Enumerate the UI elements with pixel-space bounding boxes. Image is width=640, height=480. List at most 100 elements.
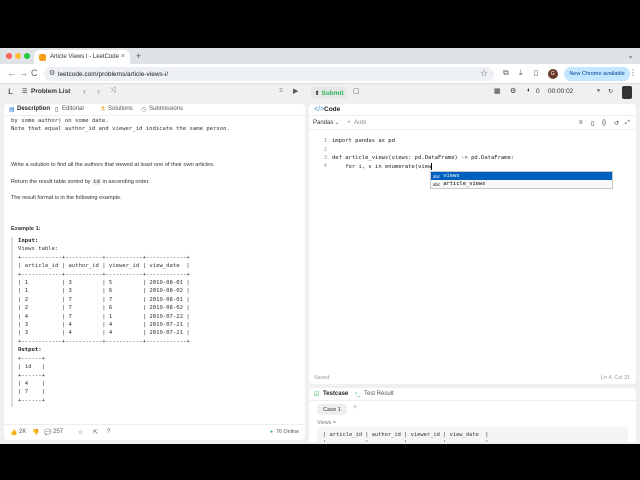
close-tab-icon[interactable]: ×: [121, 53, 125, 60]
example-box: Input: Views table: +------------+------…: [11, 237, 301, 407]
code-editor[interactable]: 1 import pandas as pd 2 3 def article_vi…: [309, 133, 636, 363]
browser-tab-active[interactable]: Article Views I - LeetCode ×: [34, 50, 130, 64]
result-icon: ›_: [355, 391, 361, 397]
shuffle-icon[interactable]: ⤨: [110, 87, 116, 95]
forward-button[interactable]: →: [19, 68, 28, 78]
return-prefix: Return the result table sorted by: [11, 179, 93, 185]
expand-icon[interactable]: ⤢: [625, 120, 630, 127]
like-count[interactable]: 2K: [19, 429, 26, 435]
address-bar[interactable]: ⚙ leetcode.com/problems/article-views-i/…: [44, 67, 494, 81]
left-tab-bar: ▤ Description ▯ Editorial ⚗ Solutions ◷ …: [4, 104, 305, 116]
testcase-panel: ☑ Testcase ›_ Test Result Case 1 + Views…: [309, 388, 636, 442]
testcase-table: | article_id | author_id | viewer_id | v…: [323, 432, 489, 442]
debug-icon[interactable]: ⧖: [279, 88, 283, 95]
reset-code-icon[interactable]: ↺: [614, 120, 619, 127]
timer[interactable]: 00:00:02: [548, 88, 573, 95]
user-avatar[interactable]: [622, 86, 632, 99]
variable-icon: abc: [433, 181, 441, 187]
browser-toolbar: ← → C ⚙ leetcode.com/problems/article-vi…: [0, 64, 640, 84]
submit-label: Submit: [321, 89, 344, 97]
tab-description[interactable]: Description: [17, 106, 50, 112]
comment-icon[interactable]: 💬: [44, 429, 51, 436]
format-icon[interactable]: ≡: [579, 120, 583, 126]
tab-solutions[interactable]: Solutions: [108, 106, 133, 112]
extensions-icon[interactable]: ⧉: [503, 68, 509, 78]
leetcode-logo-icon[interactable]: ᒪ: [8, 87, 12, 96]
code-icon: </>: [314, 106, 325, 113]
layout-icon[interactable]: ▦: [494, 87, 501, 95]
inline-code: id: [92, 179, 101, 185]
chrome-menu-icon[interactable]: ⋮: [629, 68, 637, 77]
views-input-label: Views =: [317, 420, 336, 426]
input-label: Input:: [18, 238, 39, 244]
suggestion-item[interactable]: abc article_views: [431, 180, 612, 188]
output-table: +------+ | id | +------+ | 4 | | 7 | +--…: [18, 355, 45, 404]
help-icon[interactable]: ?: [107, 429, 110, 435]
next-problem-button[interactable]: ›: [97, 86, 100, 96]
description-tab-icon: ▤: [9, 107, 15, 113]
reset-timer-icon[interactable]: ↻: [608, 88, 613, 95]
task-statement: Write a solution to find all the authors…: [11, 162, 215, 168]
tab-editorial[interactable]: Editorial: [62, 106, 84, 112]
run-button[interactable]: ▶: [293, 87, 298, 95]
tab-title: Article Views I - LeetCode: [50, 54, 119, 60]
suggestion-label: article_views: [443, 181, 486, 187]
chevron-down-icon: ⌄: [335, 120, 340, 126]
submit-button[interactable]: ⬆ Submit: [311, 87, 347, 99]
site-info-icon[interactable]: ⚙: [49, 69, 55, 77]
new-chrome-available-button[interactable]: New Chrome available: [564, 67, 630, 81]
downloads-icon[interactable]: ⤓: [519, 68, 523, 78]
auto-mode[interactable]: Auto: [354, 120, 366, 126]
close-window-button[interactable]: [6, 53, 12, 59]
tab-strip: Article Views I - LeetCode × + ⌄: [0, 48, 640, 64]
add-case-button[interactable]: +: [353, 404, 357, 411]
notes-icon[interactable]: ▢: [353, 87, 360, 95]
tab-submissions[interactable]: Submissions: [149, 106, 183, 112]
testcase-tab-bar: ☑ Testcase ›_ Test Result: [309, 388, 636, 401]
solutions-tab-icon: ⚗: [100, 107, 106, 113]
share-icon[interactable]: ⇱: [93, 429, 98, 436]
suggestion-label: views: [443, 173, 460, 179]
dislike-icon[interactable]: 👎: [32, 429, 39, 436]
new-tab-button[interactable]: +: [136, 51, 141, 61]
browser-window: Article Views I - LeetCode × + ⌄ ← → C ⚙…: [0, 48, 640, 444]
favorite-star-icon[interactable]: ☆: [78, 429, 83, 436]
bookmark-icon[interactable]: ▯: [591, 120, 594, 127]
editorial-tab-icon: ▯: [55, 107, 59, 113]
code-line-text: for i, v in enumerate(view: [332, 164, 432, 170]
settings-gear-icon[interactable]: ⚙: [510, 87, 516, 95]
comment-count[interactable]: 257: [53, 429, 63, 435]
language-select[interactable]: Pandas: [313, 120, 333, 126]
variable-icon: abc: [433, 173, 441, 179]
suggestion-item[interactable]: abc views: [431, 172, 612, 180]
minimize-window-button[interactable]: [15, 53, 21, 59]
case-1-tab[interactable]: Case 1: [317, 404, 347, 415]
bookmark-star-icon[interactable]: ☆: [480, 68, 488, 79]
reload-button[interactable]: C: [31, 68, 38, 78]
tab-search-icon[interactable]: ⌄: [627, 51, 634, 60]
code-footer: Saved Ln 4, Col 31: [309, 372, 636, 384]
tab-testcase[interactable]: Testcase: [323, 391, 348, 397]
tab-test-result[interactable]: Test Result: [364, 391, 394, 397]
prev-problem-button[interactable]: ‹: [83, 86, 86, 96]
problem-list-link[interactable]: Problem List: [31, 88, 70, 95]
submissions-tab-icon: ◷: [141, 107, 147, 113]
views-table-label: Views table:: [18, 246, 59, 253]
description-footer: 👍 2K 👎 💬 257 ☆ ⇱ ? ● 76 Online: [4, 424, 305, 440]
testcase-check-icon: ☑: [314, 392, 320, 398]
saved-status: Saved: [314, 375, 330, 381]
code-header: </> Code: [309, 104, 636, 116]
side-panel-icon[interactable]: ▯: [534, 68, 538, 77]
example-title: Example 1:: [11, 226, 41, 232]
braces-icon[interactable]: {}: [602, 120, 606, 126]
code-title: Code: [324, 106, 341, 113]
pause-timer-icon[interactable]: ⏸: [597, 88, 600, 95]
url-text: leetcode.com/problems/article-views-i/: [58, 70, 169, 78]
maximize-window-button[interactable]: [24, 53, 30, 59]
lock-icon: •: [348, 120, 351, 126]
back-button[interactable]: ←: [7, 68, 16, 78]
like-icon[interactable]: 👍: [10, 429, 17, 436]
cursor-position: Ln 4, Col 31: [600, 375, 630, 381]
testcase-input[interactable]: | article_id | author_id | viewer_id | v…: [317, 427, 628, 442]
profile-avatar[interactable]: G: [548, 69, 558, 79]
